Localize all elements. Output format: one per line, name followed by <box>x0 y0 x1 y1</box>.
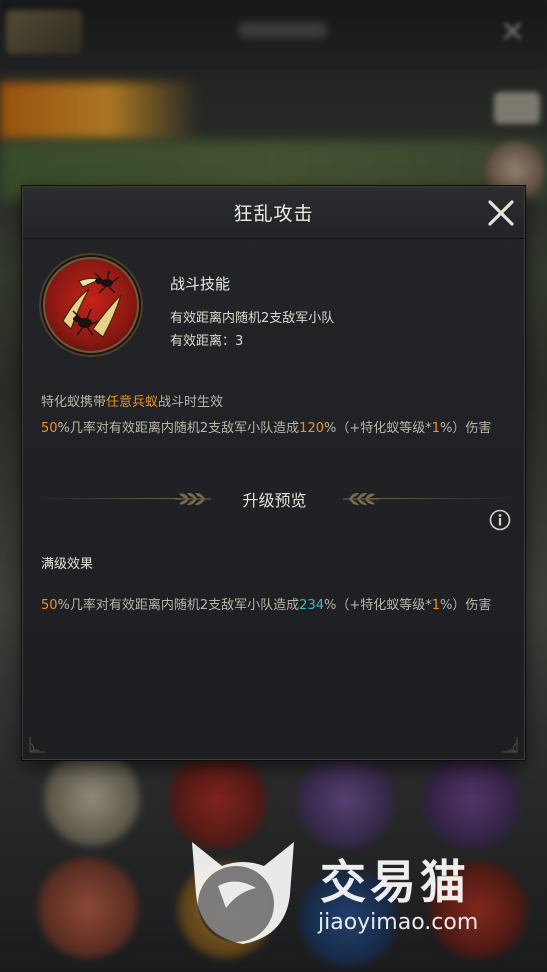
current-effect-text-3: %）伤害 <box>440 421 492 436</box>
close-x-icon <box>488 200 514 226</box>
skill-type: 战斗技能 <box>170 275 231 293</box>
current-effect-text: 50%几率对有效距离内随机2支敌军小队造成120%（+特化蚁等级*1%）伤害 <box>41 418 511 439</box>
upgrade-preview-title: 升级预览 <box>242 491 307 510</box>
watermark: 交易猫 jiaoyimao.com <box>178 832 528 952</box>
condition-suffix: 战斗时生效 <box>158 395 224 410</box>
watermark-url: jiaoyimao.com <box>318 910 479 935</box>
skill-range-value: 3 <box>235 334 244 349</box>
watermark-name: 交易猫 <box>320 855 470 909</box>
info-button[interactable] <box>489 509 511 531</box>
watermark-cat-logo <box>192 842 294 944</box>
max-effect-text-3: %）伤害 <box>440 598 492 613</box>
max-effect-text: 50%几率对有效距离内随机2支敌军小队造成234%（+特化蚁等级*1%）伤害 <box>41 595 511 616</box>
activation-condition: 特化蚁携带任意兵蚁战斗时生效 <box>41 391 223 410</box>
skill-detail-dialog: 狂乱攻击 战斗技能 有效距离内随机2支敌军小队 有效距离：3 特化蚁携带任意兵蚁… <box>22 186 525 760</box>
skill-range-label: 有效距离： <box>170 334 236 349</box>
upgrade-preview-divider: 升级预览 <box>33 487 516 511</box>
dialog-header: 狂乱攻击 <box>23 187 524 239</box>
max-effect-text-1: %几率对有效距离内随机2支敌军小队造成 <box>57 598 300 613</box>
skill-range: 有效距离：3 <box>170 330 243 349</box>
current-damage: 120 <box>299 421 324 436</box>
dialog-title: 狂乱攻击 <box>233 203 314 225</box>
info-icon <box>489 509 511 531</box>
max-level-title: 满级效果 <box>41 557 94 572</box>
max-scale: 1 <box>431 598 441 613</box>
condition-prefix: 特化蚁携带 <box>41 395 107 410</box>
laurel-leaf-icon <box>343 492 379 506</box>
current-scale: 1 <box>431 421 441 436</box>
current-chance: 50 <box>41 421 58 436</box>
ant-claw-skill-icon <box>43 257 139 353</box>
skill-description: 有效距离内随机2支敌军小队 <box>170 311 335 326</box>
max-effect-text-2: %（+特化蚁等级* <box>324 598 432 613</box>
close-button[interactable] <box>485 197 517 229</box>
max-damage: 234 <box>299 598 324 613</box>
divider-line-right <box>366 498 516 499</box>
corner-ornament-icon <box>29 737 45 753</box>
corner-ornament-icon <box>502 737 518 753</box>
current-effect-text-1: %几率对有效距离内随机2支敌军小队造成 <box>57 421 300 436</box>
current-effect-text-2: %（+特化蚁等级* <box>324 421 432 436</box>
condition-highlight: 任意兵蚁 <box>106 395 159 410</box>
max-chance: 50 <box>41 598 58 613</box>
